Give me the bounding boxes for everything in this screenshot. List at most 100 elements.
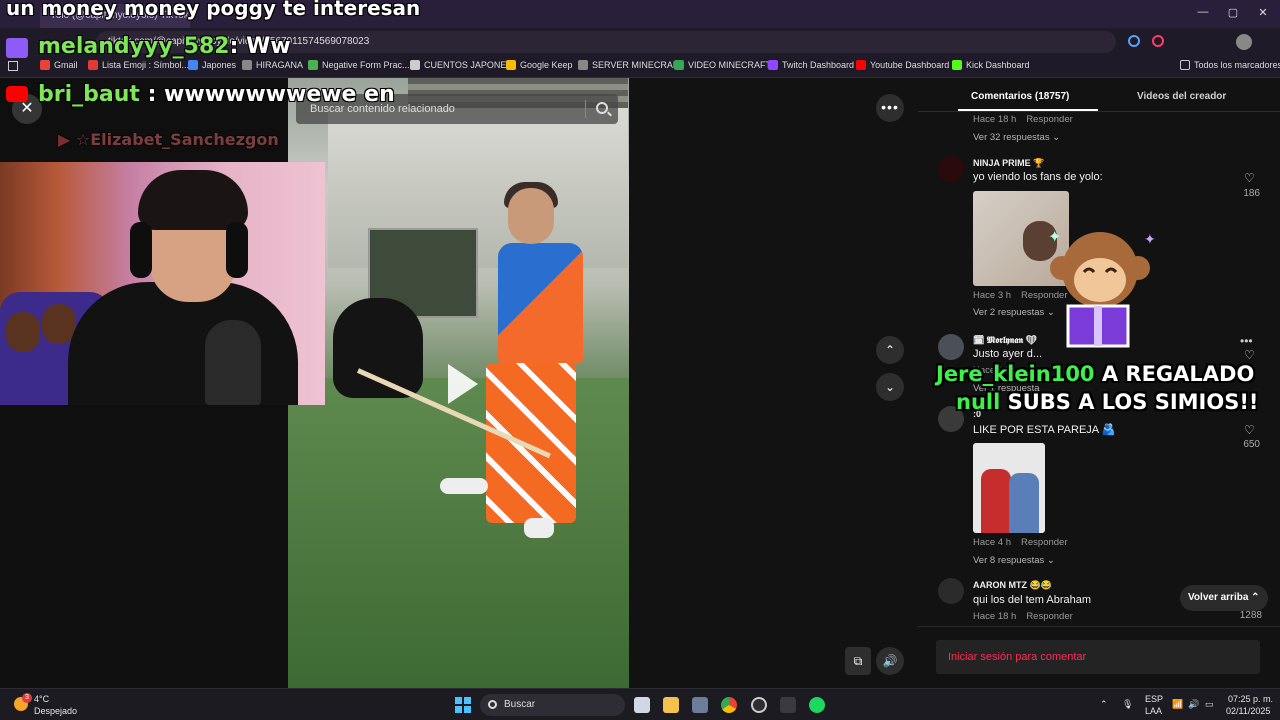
bookmark-label: Twitch Dashboard <box>782 60 855 70</box>
comment-time: Hace 3 h <box>973 290 1012 301</box>
bookmark-emoji[interactable]: Lista Emoji : Símbol... <box>88 60 189 70</box>
gmail-icon <box>40 60 50 70</box>
language-layout[interactable]: LAA <box>1145 706 1162 716</box>
chrome-icon[interactable] <box>721 697 737 713</box>
file-explorer-icon[interactable] <box>663 697 679 713</box>
volume-icon[interactable]: 🔊 <box>1188 699 1199 710</box>
bookmark-server-minecraft[interactable]: SERVER MINECRAFT <box>578 60 684 70</box>
tab-creator-videos[interactable]: Videos del creador <box>1137 91 1226 102</box>
pip-icon[interactable]: ⧉ <box>845 647 871 675</box>
comment-username[interactable]: NINJA PRIME 🏆 <box>973 158 1044 169</box>
view-replies[interactable]: Ver 8 respuestas ⌄ <box>973 555 1055 566</box>
search-icon <box>488 700 497 709</box>
comment-username[interactable]: 🗓 𝕸𝖔𝖗𝖑𝖞𝖓𝖆𝖓 ❤ <box>973 335 1037 346</box>
language-code[interactable]: ESP <box>1145 694 1163 704</box>
bookmark-cuentos[interactable]: CUENTOS JAPONES <box>410 60 512 70</box>
play-icon[interactable] <box>448 364 478 404</box>
search-icon[interactable] <box>596 102 608 114</box>
bookmark-label: CUENTOS JAPONES <box>424 60 513 70</box>
bookmark-youtube[interactable]: Youtube Dashboard <box>856 60 949 70</box>
gift-alert-line1: Jere_klein100 A REGALADO <box>936 362 1254 386</box>
avatar[interactable] <box>938 578 964 604</box>
bookmark-video-minecraft[interactable]: VIDEO MINECRAFT <box>674 60 771 70</box>
store-icon[interactable] <box>692 697 708 713</box>
bookmark-kick[interactable]: Kick Dashboard <box>952 60 1030 70</box>
reply-button[interactable]: Responder <box>1021 537 1067 548</box>
start-icon[interactable] <box>455 697 471 713</box>
more-options-button[interactable]: ••• <box>876 94 904 122</box>
bookmark-hiragana[interactable]: HIRAGANA <box>242 60 303 70</box>
kick-icon <box>952 60 962 70</box>
bookmark-label: Japones <box>202 60 237 70</box>
chat-username: bri_baut <box>38 82 140 107</box>
comment-options-icon[interactable]: ••• <box>1240 334 1253 348</box>
comment-meta: Hace 18 h Responder <box>973 611 1073 622</box>
volume-icon[interactable]: 🔊 <box>876 647 904 675</box>
heart-icon[interactable]: ♡ <box>1244 424 1256 436</box>
apps-grid-icon[interactable] <box>8 61 18 71</box>
notification-badge: 3 <box>22 693 32 703</box>
like-count: 186 <box>1243 188 1260 199</box>
login-to-comment-button[interactable]: Iniciar sesión para comentar <box>936 640 1260 674</box>
reply-button[interactable]: Responder <box>1026 611 1072 622</box>
spotify-icon[interactable] <box>809 697 825 713</box>
heart-icon[interactable]: ♡ <box>1244 349 1256 361</box>
divider <box>918 626 1280 627</box>
webcam-scene <box>226 222 248 278</box>
video-scene <box>333 298 423 398</box>
weather-temp[interactable]: 4°C <box>34 694 49 704</box>
svg-text:✦: ✦ <box>1144 232 1156 248</box>
search-label: Buscar <box>504 699 536 710</box>
reply-button[interactable]: Responder <box>1026 114 1072 125</box>
bookmark-label: Negative Form Prac... <box>322 60 410 70</box>
twitch-icon <box>768 60 778 70</box>
task-view-icon[interactable] <box>634 697 650 713</box>
chevron-up-icon[interactable]: ⌃ <box>1100 699 1108 710</box>
profile-avatar[interactable] <box>1236 34 1252 50</box>
site-icon <box>308 60 318 70</box>
site-icon <box>242 60 252 70</box>
avatar[interactable] <box>938 156 964 182</box>
mic-icon[interactable]: 🎙 <box>1122 699 1133 710</box>
bookmark-negative-form[interactable]: Negative Form Prac... <box>308 60 410 70</box>
close-window-button[interactable]: ✕ <box>1248 6 1278 19</box>
site-icon <box>674 60 684 70</box>
bookmark-label: VIDEO MINECRAFT <box>688 60 772 70</box>
maximize-button[interactable]: ▢ <box>1218 6 1248 19</box>
youtube-icon <box>856 60 866 70</box>
previous-video-button[interactable]: ⌃ <box>876 336 904 364</box>
comment-username[interactable]: AARON MTZ 😂😂 <box>973 580 1052 591</box>
bookmark-gmail[interactable]: Gmail <box>40 60 78 70</box>
next-video-button[interactable]: ⌄ <box>876 373 904 401</box>
clock-time[interactable]: 07:25 p. m. <box>1228 694 1273 704</box>
webcam-scene <box>6 312 40 352</box>
back-to-top-button[interactable]: Volver arriba ⌃ <box>1180 585 1268 611</box>
comment-image[interactable] <box>973 443 1045 533</box>
bookmark-japones[interactable]: Japones <box>188 60 236 70</box>
monkey-gift-icon: ✦ ✦ <box>1048 227 1156 348</box>
video-scene <box>288 378 629 688</box>
obs-icon[interactable] <box>780 697 796 713</box>
taskbar-search-input[interactable]: Buscar <box>480 694 625 716</box>
wifi-icon[interactable]: 📶 <box>1172 699 1183 710</box>
webcam-scene <box>138 170 248 230</box>
start-icon-tile <box>455 697 462 704</box>
tab-comments[interactable]: Comentarios (18757) <box>971 91 1069 102</box>
clock-date[interactable]: 02/11/2025 <box>1226 706 1270 716</box>
chat-separator: : <box>139 82 165 107</box>
avatar[interactable] <box>938 334 964 360</box>
heart-icon[interactable]: ♡ <box>1244 172 1256 184</box>
minimize-button[interactable]: — <box>1188 6 1218 18</box>
like-count: 650 <box>1243 439 1260 450</box>
weather-desc[interactable]: Despejado <box>34 706 77 716</box>
bookmark-twitch[interactable]: Twitch Dashboard <box>768 60 854 70</box>
folder-icon <box>1180 60 1190 70</box>
extension-icon[interactable] <box>1152 35 1164 47</box>
bookmark-keep[interactable]: Google Keep <box>506 60 573 70</box>
view-replies[interactable]: Ver 32 respuestas ⌄ <box>973 132 1060 143</box>
app-icon[interactable] <box>751 697 767 713</box>
extension-icon[interactable] <box>1128 35 1140 47</box>
keep-icon <box>506 60 516 70</box>
battery-icon[interactable]: ▭ <box>1205 699 1214 710</box>
all-bookmarks[interactable]: Todos los marcadores <box>1180 60 1280 70</box>
